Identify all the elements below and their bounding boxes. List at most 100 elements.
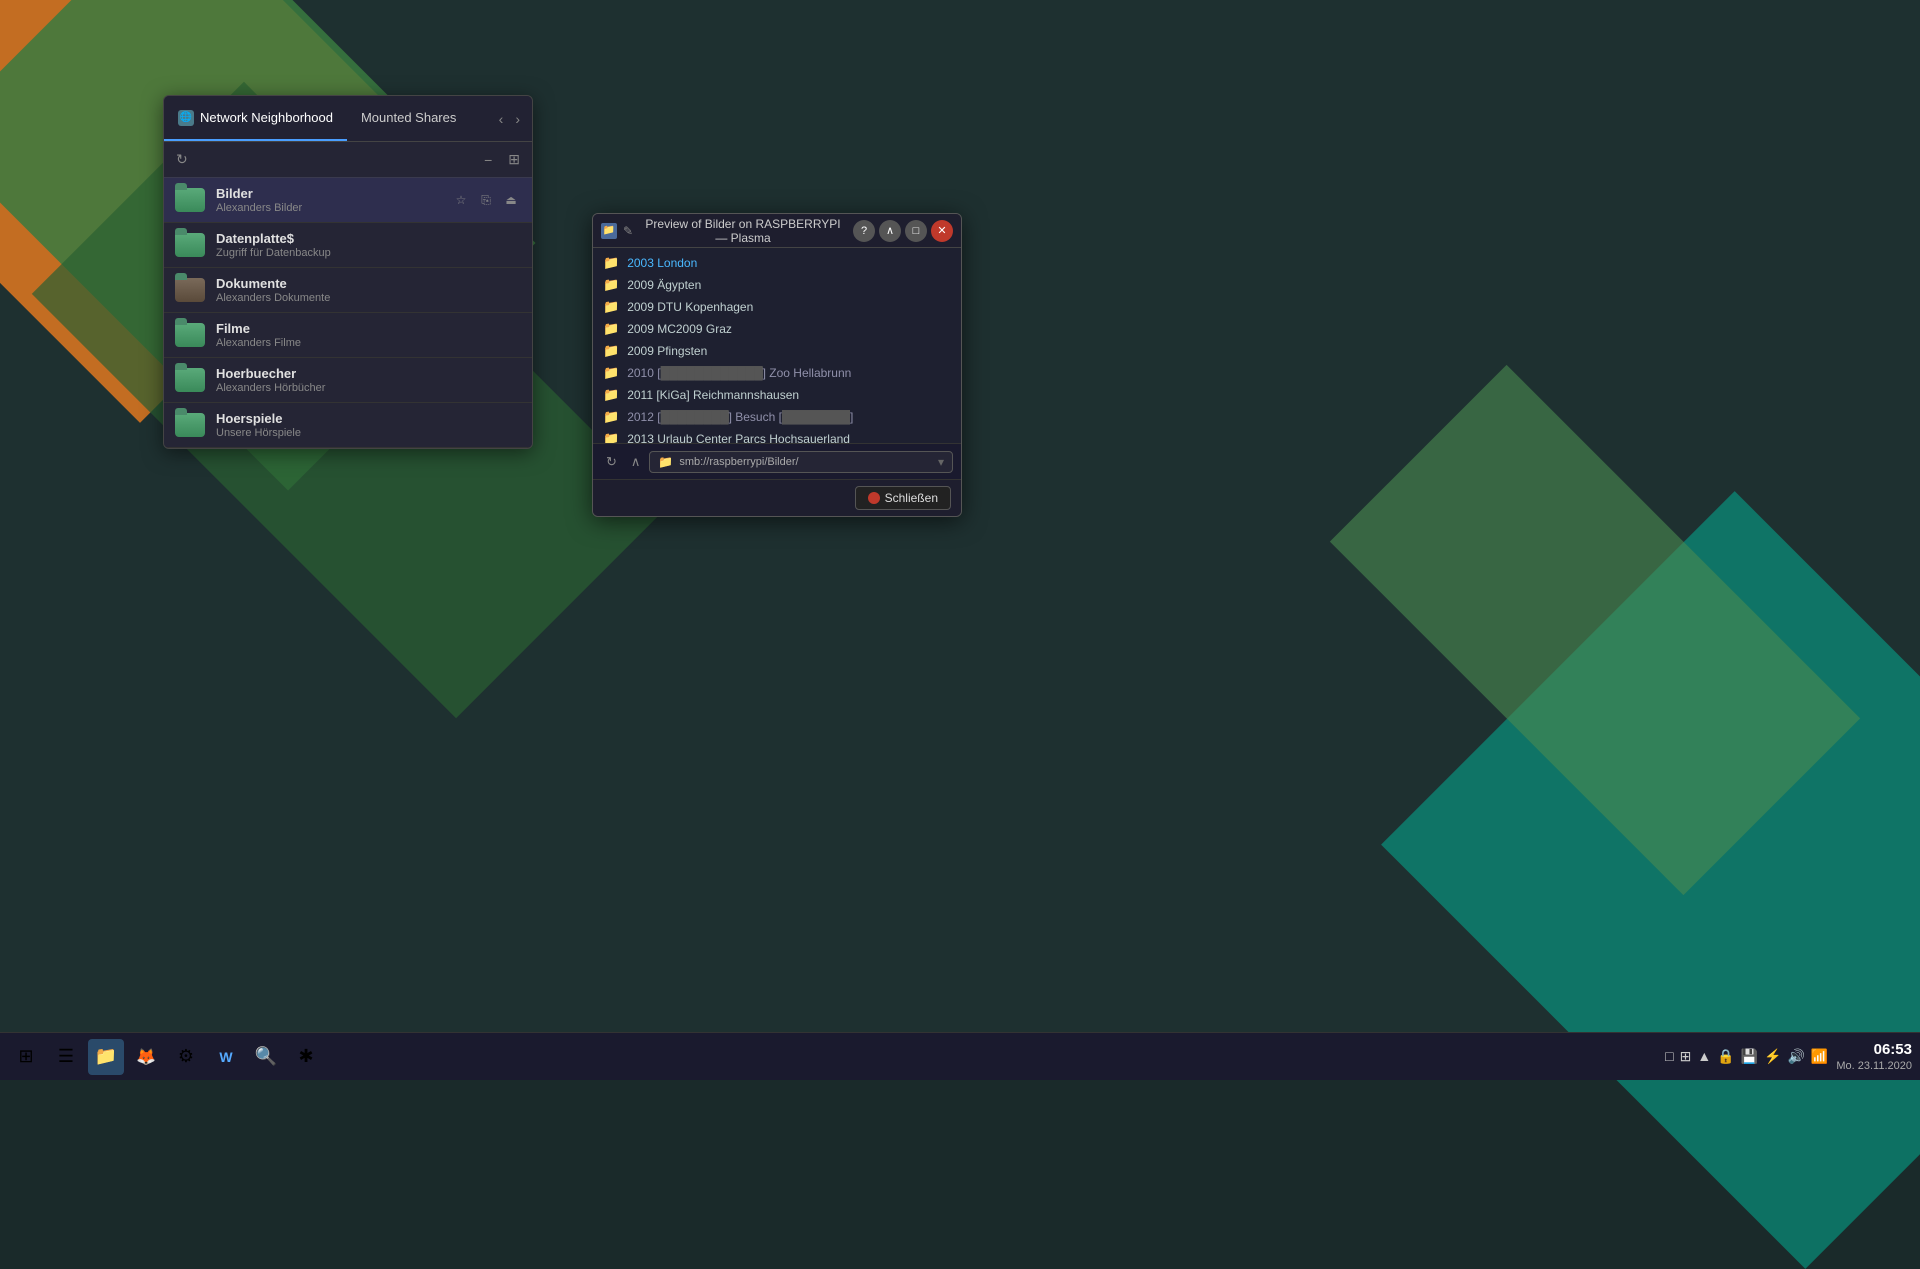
layout-button[interactable]: ⊞	[502, 148, 526, 171]
close-dot	[868, 492, 880, 504]
copy-button-filme[interactable]: ⎘	[475, 324, 497, 346]
share-item-bilder[interactable]: Bilder Alexanders Bilder ☆ ⎘ ⏏	[164, 178, 532, 223]
share-name-filme: Filme	[216, 321, 450, 336]
taskbar-desktop-icon[interactable]: □	[1665, 1048, 1673, 1064]
folder-name-0: 2003 London	[627, 256, 697, 270]
star-button-bilder[interactable]: ☆	[450, 189, 472, 211]
preview-refresh-button[interactable]: ↻	[601, 452, 622, 472]
folder-icon-5: 📁	[603, 365, 619, 381]
share-info-filme: Filme Alexanders Filme	[216, 321, 450, 349]
folder-item-5[interactable]: 📁 2010 [████████████] Zoo Hellabrunn	[593, 362, 961, 384]
network-icon: 🌐	[178, 110, 194, 126]
refresh-button[interactable]: ↻	[170, 148, 194, 171]
taskbar-left: ⊞ ☰ 📁 🦊 ⚙ W 🔍 ✱	[8, 1039, 324, 1075]
star-button-hoerbuecher[interactable]: ☆	[450, 369, 472, 391]
eject-button-filme[interactable]: ⏏	[500, 324, 522, 346]
folder-name-5: 2010 [████████████] Zoo Hellabrunn	[627, 366, 851, 380]
folder-item-8[interactable]: 📁 2013 Urlaub Center Parcs Hochsauerland	[593, 428, 961, 443]
taskbar-system-icons: □ ⊞ ▲ 🔒 💾 ⚡ 🔊 📶	[1665, 1048, 1828, 1065]
close-window-button[interactable]: ✕	[931, 220, 953, 242]
share-item-hoerbuecher[interactable]: Hoerbuecher Alexanders Hörbücher ☆ ⎘ ⏏	[164, 358, 532, 403]
taskbar-date-display: Mo. 23.11.2020	[1836, 1059, 1912, 1073]
taskbar-files[interactable]: 📁	[88, 1039, 124, 1075]
share-item-datenplatte[interactable]: Datenplatte$ Zugriff für Datenbackup ☆ ⎘…	[164, 223, 532, 268]
taskbar-lock-icon: 🔒	[1717, 1048, 1734, 1065]
folder-item-6[interactable]: 📁 2011 [KiGa] Reichmannshausen	[593, 384, 961, 406]
folder-icon-datenplatte	[174, 229, 206, 261]
folder-icon-7: 📁	[603, 409, 619, 425]
folder-name-2: 2009 DTU Kopenhagen	[627, 300, 753, 314]
preview-collapse-button[interactable]: ∧	[626, 452, 646, 472]
taskbar-firefox[interactable]: 🦊	[128, 1039, 164, 1075]
taskbar-audio-icon[interactable]: 🔊	[1787, 1048, 1804, 1065]
share-desc-dokumente: Alexanders Dokumente	[216, 292, 450, 304]
tab-navigation: ‹ ›	[495, 109, 532, 129]
star-button-datenplatte[interactable]: ☆	[450, 234, 472, 256]
share-item-hoerspiele[interactable]: Hoerspiele Unsere Hörspiele ☆ ⎘ ⏏	[164, 403, 532, 448]
tab-mounted-shares[interactable]: Mounted Shares	[347, 96, 470, 141]
path-dropdown-arrow[interactable]: ▾	[938, 455, 944, 469]
eject-button-hoerspiele[interactable]: ⏏	[500, 414, 522, 436]
share-info-bilder: Bilder Alexanders Bilder	[216, 186, 450, 214]
folder-name-7: 2012 [████████] Besuch [████████]	[627, 410, 853, 424]
share-item-filme[interactable]: Filme Alexanders Filme ☆ ⎘ ⏏	[164, 313, 532, 358]
schliessen-button[interactable]: Schließen	[855, 486, 951, 510]
folder-name-8: 2013 Urlaub Center Parcs Hochsauerland	[627, 432, 850, 443]
help-button[interactable]: ?	[853, 220, 875, 242]
eject-button-bilder[interactable]: ⏏	[500, 189, 522, 211]
maximize-button[interactable]: □	[905, 220, 927, 242]
share-desc-bilder: Alexanders Bilder	[216, 202, 450, 214]
tab-mounted-label: Mounted Shares	[361, 110, 456, 125]
folder-icon-hoerspiele	[174, 409, 206, 441]
copy-button-dokumente[interactable]: ⎘	[475, 279, 497, 301]
eject-button-datenplatte[interactable]: ⏏	[500, 234, 522, 256]
taskbar: ⊞ ☰ 📁 🦊 ⚙ W 🔍 ✱ □ ⊞ ▲ 🔒 💾 ⚡ 🔊 📶 06:53 Mo…	[0, 1032, 1920, 1080]
folder-icon-filme	[174, 319, 206, 351]
preview-path-bar: 📁 smb://raspberrypi/Bilder/ ▾	[649, 451, 953, 473]
folder-item-7[interactable]: 📁 2012 [████████] Besuch [████████]	[593, 406, 961, 428]
preview-titlebar: 📁 ✎ Preview of Bilder on RASPBERRYPI — P…	[593, 214, 961, 248]
taskbar-pager[interactable]: ☰	[48, 1039, 84, 1075]
taskbar-tray-arrow[interactable]: ▲	[1697, 1048, 1711, 1064]
taskbar-tools[interactable]: ✱	[288, 1039, 324, 1075]
folder-item-2[interactable]: 📁 2009 DTU Kopenhagen	[593, 296, 961, 318]
share-actions-bilder: ☆ ⎘ ⏏	[450, 189, 522, 211]
share-name-hoerbuecher: Hoerbuecher	[216, 366, 450, 381]
collapse-button[interactable]: −	[478, 149, 498, 171]
eject-button-hoerbuecher[interactable]: ⏏	[500, 369, 522, 391]
folder-item-3[interactable]: 📁 2009 MC2009 Graz	[593, 318, 961, 340]
preview-window: 📁 ✎ Preview of Bilder on RASPBERRYPI — P…	[592, 213, 962, 517]
folder-icon-dokumente	[174, 274, 206, 306]
share-item-dokumente[interactable]: Dokumente Alexanders Dokumente ☆ ⎘ ⏏	[164, 268, 532, 313]
path-folder-icon: 📁	[658, 455, 673, 469]
folder-item-4[interactable]: 📁 2009 Pfingsten	[593, 340, 961, 362]
taskbar-settings[interactable]: ⚙	[168, 1039, 204, 1075]
minimize-button[interactable]: ∧	[879, 220, 901, 242]
star-button-filme[interactable]: ☆	[450, 324, 472, 346]
tab-prev-button[interactable]: ‹	[495, 109, 508, 129]
folder-icon-8: 📁	[603, 431, 619, 443]
copy-button-bilder[interactable]: ⎘	[475, 189, 497, 211]
copy-button-hoerspiele[interactable]: ⎘	[475, 414, 497, 436]
folder-item-1[interactable]: 📁 2009 Ägypten	[593, 274, 961, 296]
copy-button-datenplatte[interactable]: ⎘	[475, 234, 497, 256]
eject-button-dokumente[interactable]: ⏏	[500, 279, 522, 301]
share-name-dokumente: Dokumente	[216, 276, 450, 291]
tab-next-button[interactable]: ›	[511, 109, 524, 129]
folder-name-4: 2009 Pfingsten	[627, 344, 707, 358]
copy-button-hoerbuecher[interactable]: ⎘	[475, 369, 497, 391]
share-info-datenplatte: Datenplatte$ Zugriff für Datenbackup	[216, 231, 450, 259]
share-info-hoerbuecher: Hoerbuecher Alexanders Hörbücher	[216, 366, 450, 394]
preview-folder-list: 📁 2003 London 📁 2009 Ägypten 📁 2009 DTU …	[593, 248, 961, 443]
star-button-dokumente[interactable]: ☆	[450, 279, 472, 301]
taskbar-word[interactable]: W	[208, 1039, 244, 1075]
preview-window-title: Preview of Bilder on RASPBERRYPI — Plasm…	[639, 217, 847, 245]
taskbar-start-button[interactable]: ⊞	[8, 1039, 44, 1075]
folder-icon-0: 📁	[603, 255, 619, 271]
taskbar-windows-icon[interactable]: ⊞	[1680, 1048, 1692, 1065]
folder-item-0[interactable]: 📁 2003 London	[593, 252, 961, 274]
star-button-hoerspiele[interactable]: ☆	[450, 414, 472, 436]
tab-network-neighborhood[interactable]: 🌐 Network Neighborhood	[164, 96, 347, 141]
taskbar-search[interactable]: 🔍	[248, 1039, 284, 1075]
folder-icon-3: 📁	[603, 321, 619, 337]
